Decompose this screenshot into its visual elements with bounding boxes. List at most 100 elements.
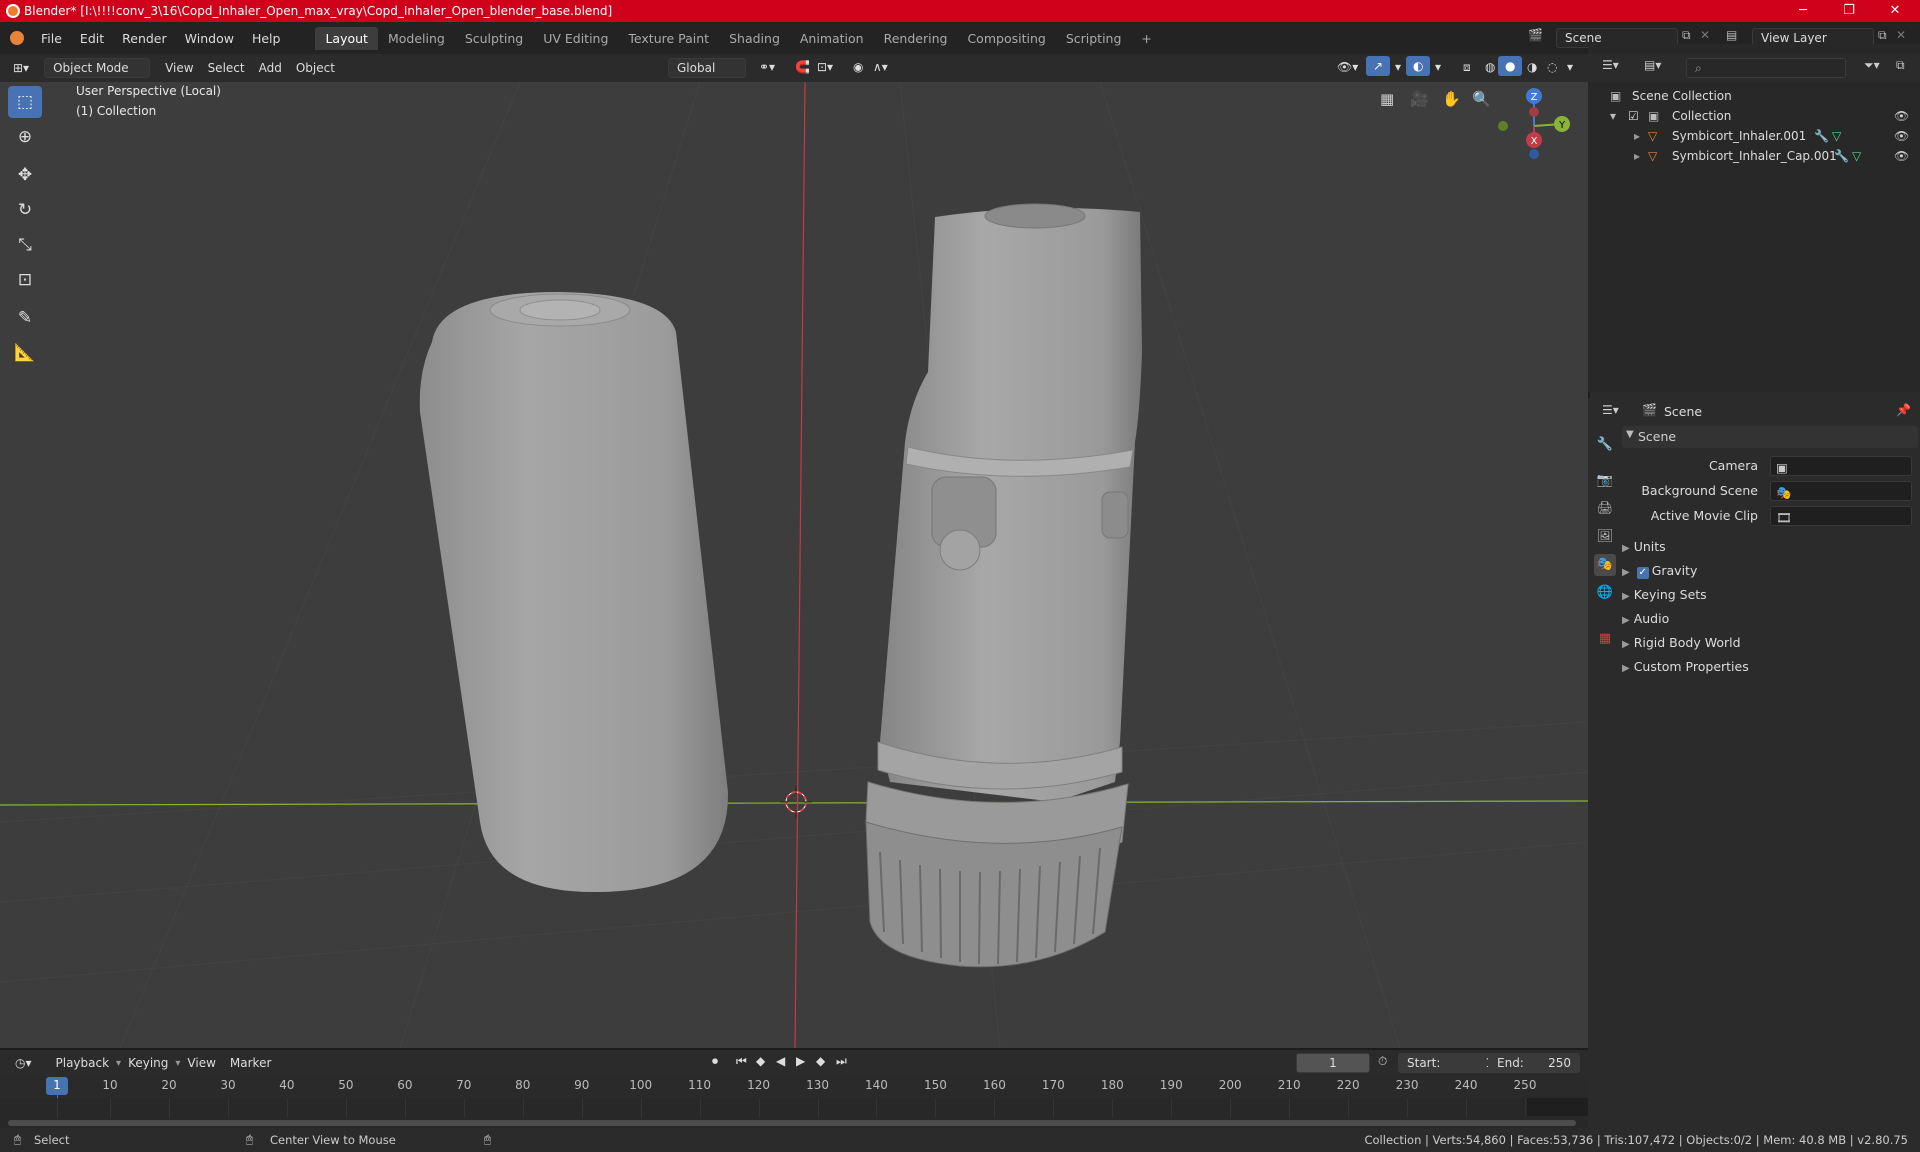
zoom-icon[interactable]: 🔍 [1472, 90, 1491, 108]
start-frame-field[interactable]: Start:1 [1398, 1053, 1502, 1073]
outliner-search-input[interactable]: ⌕ [1686, 58, 1846, 78]
new-collection-icon[interactable]: ⧉ [1896, 58, 1905, 73]
pivot-icon[interactable]: ⚭▾ [752, 57, 782, 77]
audio-panel-header[interactable]: ▶ Audio [1622, 608, 1912, 630]
transform-orientation-dropdown[interactable]: Global [668, 58, 746, 78]
expand-cap-icon[interactable]: ▸ [1634, 146, 1640, 166]
menu-object[interactable]: Object [289, 58, 342, 78]
add-workspace-button[interactable]: + [1131, 27, 1161, 50]
outliner-row-cap[interactable]: ▸ ▽ Symbicort_Inhaler_Cap.001 🔧 ▽ 👁 [1588, 146, 1918, 166]
tool-tab-icon[interactable]: 🔧 [1594, 434, 1616, 456]
3d-viewport[interactable]: Z Y X User Perspective (Local) (1) Colle… [0, 82, 1588, 1048]
transform-tool-icon[interactable]: ⊡ [8, 264, 42, 296]
playback-menu[interactable]: Playback [49, 1053, 117, 1073]
record-icon[interactable]: ⏺ [712, 1054, 718, 1069]
gravity-checkbox[interactable]: ✓ [1636, 567, 1649, 579]
texture-tab-icon[interactable]: ▦ [1594, 628, 1616, 650]
mesh-data-icon[interactable]: ▽ [1852, 146, 1861, 166]
tab-sculpting[interactable]: Sculpting [455, 27, 533, 50]
move-tool-icon[interactable]: ✥ [8, 159, 42, 191]
scale-tool-icon[interactable]: ⤡ [8, 229, 42, 261]
timeline-scrollbar[interactable] [8, 1120, 1576, 1126]
custom-properties-panel-header[interactable]: ▶ Custom Properties [1622, 656, 1912, 678]
outliner-row-scene-collection[interactable]: ▣ Scene Collection [1588, 86, 1918, 106]
blender-menu-icon[interactable] [10, 31, 24, 45]
solid-shading-icon[interactable]: ● [1498, 56, 1523, 76]
measure-tool-icon[interactable]: 📐 [8, 337, 42, 369]
inhaler-visibility-eye-icon[interactable]: 👁 [1894, 126, 1909, 146]
world-tab-icon[interactable]: 🌐 [1594, 582, 1616, 604]
shading-dropdown-icon[interactable]: ▾ [1560, 57, 1580, 77]
timeline[interactable]: 1 10 20 30 40 50 60 70 80 90 100 110 120 130 140 150 160… [0, 1076, 1588, 1128]
editor-type-icon[interactable]: ⊞▾ [6, 58, 36, 78]
scene-browse-icon[interactable]: 🎬 [1528, 28, 1543, 42]
keying-sets-panel-header[interactable]: ▶ Keying Sets [1622, 584, 1912, 606]
outliner-editor-icon[interactable]: ☰▾ [1602, 58, 1619, 72]
gizmo-toggle-icon[interactable]: ↗ [1366, 56, 1391, 76]
menu-view[interactable]: View [158, 58, 200, 78]
tab-animation[interactable]: Animation [790, 27, 874, 50]
units-panel-header[interactable]: ▶ Units [1622, 536, 1912, 558]
tab-modeling[interactable]: Modeling [378, 27, 455, 50]
scene-remove-icon[interactable]: ✕ [1700, 28, 1710, 42]
properties-editor-icon[interactable]: ☰▾ [1602, 403, 1619, 417]
rotate-tool-icon[interactable]: ↻ [8, 194, 42, 226]
minimize-button[interactable]: ─ [1780, 0, 1826, 22]
menu-add[interactable]: Add [252, 58, 289, 78]
object-mode-dropdown[interactable]: Object Mode [44, 58, 151, 78]
tab-scripting[interactable]: Scripting [1056, 27, 1132, 50]
camera-view-icon[interactable]: 🎥 [1410, 90, 1429, 108]
annotate-tool-icon[interactable]: ✎ [8, 302, 42, 334]
gravity-panel-header[interactable]: ▶ ✓ Gravity [1622, 560, 1912, 582]
play-reverse-icon[interactable]: ◀ [776, 1054, 785, 1068]
view-layer-tab-icon[interactable]: 🖼 [1594, 526, 1616, 548]
jump-start-icon[interactable]: ⏮ [736, 1054, 747, 1069]
menu-window[interactable]: Window [176, 31, 243, 46]
keying-menu[interactable]: Keying [121, 1053, 175, 1073]
pan-hand-icon[interactable]: ✋ [1442, 90, 1461, 108]
filter-icon[interactable]: ⏷▾ [1864, 58, 1880, 73]
visibility-icon[interactable]: 👁▾ [1330, 57, 1365, 77]
stopwatch-icon[interactable]: ⏱ [1378, 1054, 1387, 1069]
modifier-wrench-icon[interactable]: 🔧 [1814, 126, 1829, 146]
menu-select[interactable]: Select [201, 58, 252, 78]
inhaler-cap-mesh[interactable] [419, 292, 729, 893]
tab-compositing[interactable]: Compositing [957, 27, 1055, 50]
tab-layout[interactable]: Layout [315, 26, 378, 50]
tab-shading[interactable]: Shading [719, 27, 790, 50]
next-keyframe-icon[interactable]: ◆ [816, 1054, 825, 1068]
tab-texture-paint[interactable]: Texture Paint [618, 27, 719, 50]
inhaler-body-mesh[interactable] [865, 203, 1142, 968]
view-layer-new-icon[interactable]: ⧉ [1878, 28, 1887, 43]
collection-checkbox-icon[interactable]: ☑ [1628, 106, 1639, 126]
menu-edit[interactable]: Edit [71, 31, 113, 46]
camera-field[interactable]: ▣ [1770, 456, 1912, 476]
xray-icon[interactable]: ⧈ [1456, 57, 1478, 78]
falloff-icon[interactable]: ∧▾ [866, 57, 895, 77]
active-movie-clip-field[interactable]: 🎞 [1770, 506, 1912, 526]
play-icon[interactable]: ▶ [796, 1054, 805, 1068]
expand-collection-icon[interactable]: ▾ [1610, 106, 1616, 126]
end-frame-field[interactable]: End: 250 [1488, 1053, 1580, 1073]
overlay-toggle-icon[interactable]: ◐ [1406, 56, 1431, 76]
current-frame-field[interactable]: 1 [1296, 1053, 1370, 1073]
display-mode-icon[interactable]: ▤▾ [1644, 58, 1661, 72]
modifier-wrench-icon[interactable]: 🔧 [1834, 146, 1849, 166]
rigid-body-world-panel-header[interactable]: ▶ Rigid Body World [1622, 632, 1912, 654]
marker-menu[interactable]: Marker [223, 1053, 278, 1073]
outliner-row-inhaler[interactable]: ▸ ▽ Symbicort_Inhaler.001 🔧 ▽ 👁 [1588, 126, 1918, 146]
scene-tab-icon[interactable]: 🎭 [1594, 554, 1616, 576]
jump-end-icon[interactable]: ⏭ [836, 1054, 847, 1069]
maximize-button[interactable]: ❐ [1826, 0, 1872, 22]
menu-file[interactable]: File [32, 31, 71, 46]
timeline-ruler[interactable]: 1 10 20 30 40 50 60 70 80 90 100 110 120 130 140 150 160… [0, 1076, 1588, 1098]
expand-inhaler-icon[interactable]: ▸ [1634, 126, 1640, 146]
tab-rendering[interactable]: Rendering [874, 27, 958, 50]
timeline-view-menu[interactable]: View [180, 1053, 222, 1073]
output-tab-icon[interactable]: 🖨 [1594, 498, 1616, 520]
view-layer-browse-icon[interactable]: ▤ [1726, 28, 1737, 42]
render-tab-icon[interactable]: 📷 [1594, 470, 1616, 492]
timeline-editor-icon[interactable]: ◷▾ [8, 1053, 39, 1073]
pin-icon[interactable]: 📌 [1896, 403, 1911, 417]
cursor-tool-icon[interactable]: ⊕ [8, 121, 42, 153]
